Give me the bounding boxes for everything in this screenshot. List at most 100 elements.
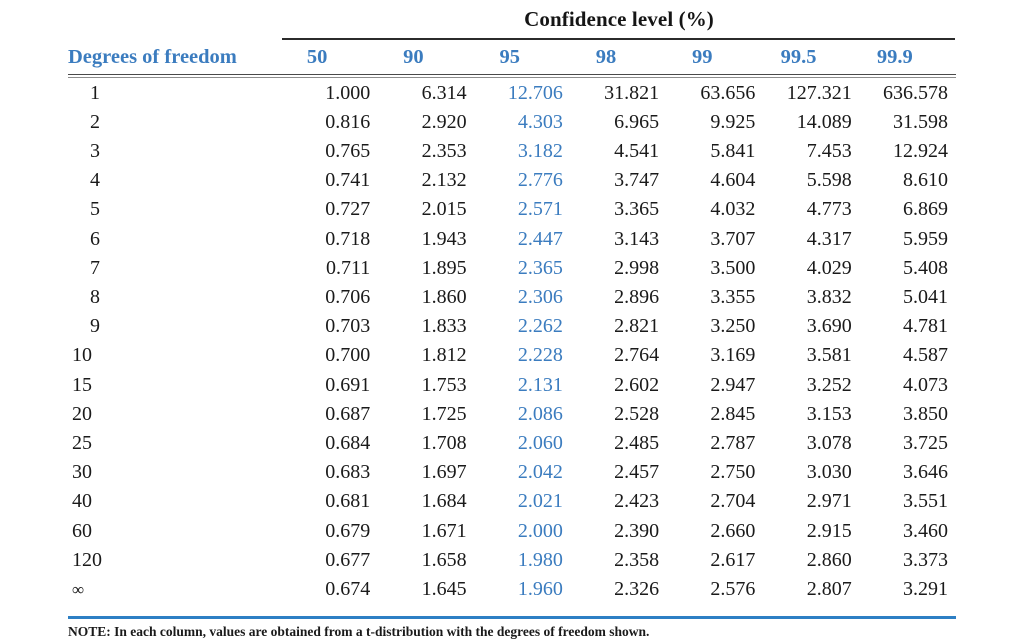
column-header-95: 95 xyxy=(499,45,520,68)
cell-50: 0.718 xyxy=(325,227,371,250)
cell-99-9: 3.373 xyxy=(902,548,948,571)
cell-90: 1.708 xyxy=(421,431,467,454)
cell-99: 3.169 xyxy=(710,344,756,367)
cell-99-5: 2.971 xyxy=(806,490,852,513)
row-dof: 5 xyxy=(90,198,100,221)
table-row: 25 0.684 1.708 2.060 2.485 2.787 3.078 3… xyxy=(68,432,956,461)
cell-99: 63.656 xyxy=(700,81,756,104)
cell-99-5: 127.321 xyxy=(786,81,852,104)
table-row: 8 0.706 1.860 2.306 2.896 3.355 3.832 5.… xyxy=(68,286,956,315)
cell-99: 5.841 xyxy=(710,140,756,163)
cell-99-5: 3.581 xyxy=(806,344,852,367)
degrees-of-freedom-header: Degrees of freedom xyxy=(68,45,237,68)
cell-99-9: 3.551 xyxy=(902,490,948,513)
cell-95: 2.042 xyxy=(517,461,563,484)
t-distribution-table: Confidence level (%) Degrees of freedom … xyxy=(68,0,956,640)
table-row: 120 0.677 1.658 1.980 2.358 2.617 2.860 … xyxy=(68,549,956,578)
cell-99-5: 5.598 xyxy=(806,169,852,192)
cell-90: 2.920 xyxy=(421,110,467,133)
cell-99-5: 2.915 xyxy=(806,519,852,542)
cell-50: 0.700 xyxy=(325,344,371,367)
column-header-99-5: 99.5 xyxy=(780,45,817,68)
cell-99-5: 4.773 xyxy=(806,198,852,221)
row-dof: 2 xyxy=(90,110,100,133)
cell-99-9: 4.073 xyxy=(902,373,948,396)
cell-99: 2.947 xyxy=(710,373,756,396)
cell-98: 3.747 xyxy=(614,169,660,192)
cell-99-9: 5.408 xyxy=(902,256,948,279)
cell-99-9: 3.725 xyxy=(902,431,948,454)
cell-99-9: 31.598 xyxy=(892,110,948,133)
cell-50: 0.684 xyxy=(325,431,371,454)
row-dof: 120 xyxy=(72,548,102,571)
cell-99-5: 4.317 xyxy=(806,227,852,250)
table-row: 20 0.687 1.725 2.086 2.528 2.845 3.153 3… xyxy=(68,403,956,432)
cell-95: 2.060 xyxy=(517,431,563,454)
cell-99-9: 4.781 xyxy=(902,315,948,338)
table-row: 5 0.727 2.015 2.571 3.365 4.032 4.773 6.… xyxy=(68,198,956,227)
cell-50: 0.683 xyxy=(325,461,371,484)
cell-99: 3.707 xyxy=(710,227,756,250)
cell-99-5: 2.807 xyxy=(806,577,852,600)
cell-90: 1.725 xyxy=(421,402,467,425)
page: Confidence level (%) Degrees of freedom … xyxy=(0,0,1024,639)
cell-50: 0.706 xyxy=(325,286,371,308)
cell-90: 6.314 xyxy=(421,81,467,104)
cell-99: 2.576 xyxy=(710,577,756,600)
cell-90: 1.943 xyxy=(421,227,467,250)
cell-95: 1.960 xyxy=(517,577,563,600)
cell-95: 2.262 xyxy=(517,315,563,338)
cell-99: 2.845 xyxy=(710,402,756,425)
table-row: 15 0.691 1.753 2.131 2.602 2.947 3.252 4… xyxy=(68,374,956,403)
cell-50: 0.677 xyxy=(325,548,371,571)
cell-90: 2.015 xyxy=(421,198,467,221)
cell-99-5: 3.030 xyxy=(806,461,852,484)
confidence-level-spanner-label: Confidence level (%) xyxy=(524,7,714,31)
header-rule xyxy=(68,73,956,76)
cell-95: 12.706 xyxy=(507,81,563,104)
cell-99: 4.032 xyxy=(710,198,756,221)
cell-50: 0.681 xyxy=(325,490,371,513)
cell-98: 3.365 xyxy=(614,198,660,221)
row-dof: 30 xyxy=(72,461,92,484)
cell-95: 2.131 xyxy=(517,373,563,396)
cell-90: 1.753 xyxy=(421,373,467,396)
row-dof: 3 xyxy=(90,140,100,163)
cell-98: 2.326 xyxy=(614,577,660,600)
cell-99-9: 5.041 xyxy=(902,286,948,308)
row-dof: 20 xyxy=(72,402,92,425)
cell-99-9: 3.850 xyxy=(902,402,948,425)
cell-50: 0.691 xyxy=(325,373,371,396)
table-row: 30 0.683 1.697 2.042 2.457 2.750 3.030 3… xyxy=(68,461,956,490)
table-note: NOTE: In each column, values are obtaine… xyxy=(68,624,650,640)
cell-50: 0.816 xyxy=(325,110,371,133)
spanner-spacer xyxy=(68,0,282,38)
table-row: 40 0.681 1.684 2.021 2.423 2.704 2.971 3… xyxy=(68,490,956,519)
cell-99-9: 3.291 xyxy=(902,577,948,600)
cell-50: 0.703 xyxy=(325,315,371,338)
cell-98: 2.764 xyxy=(614,344,660,367)
row-dof: 10 xyxy=(72,344,92,367)
column-header-99: 99 xyxy=(692,45,713,68)
cell-99-5: 2.860 xyxy=(806,548,852,571)
cell-98: 2.485 xyxy=(614,431,660,454)
cell-99-9: 3.460 xyxy=(902,519,948,542)
cell-99-5: 14.089 xyxy=(796,110,852,133)
cell-99-9: 636.578 xyxy=(882,81,948,104)
cell-99-9: 12.924 xyxy=(892,140,948,163)
column-header-row: Degrees of freedom 50 90 95 98 99 99.5 9… xyxy=(68,40,956,74)
cell-99-9: 6.869 xyxy=(902,198,948,221)
cell-99: 9.925 xyxy=(710,110,756,133)
row-dof: ∞ xyxy=(72,579,85,599)
cell-50: 0.679 xyxy=(325,519,371,542)
table-row: 9 0.703 1.833 2.262 2.821 3.250 3.690 4.… xyxy=(68,315,956,344)
cell-99-5: 3.153 xyxy=(806,402,852,425)
cell-95: 2.776 xyxy=(517,169,563,192)
cell-99-5: 4.029 xyxy=(806,256,852,279)
cell-99-9: 5.959 xyxy=(902,227,948,250)
cell-99-5: 3.252 xyxy=(806,373,852,396)
cell-99: 2.617 xyxy=(710,548,756,571)
cell-50: 0.674 xyxy=(325,577,371,600)
row-dof: 9 xyxy=(90,315,100,338)
cell-98: 4.541 xyxy=(614,140,660,163)
